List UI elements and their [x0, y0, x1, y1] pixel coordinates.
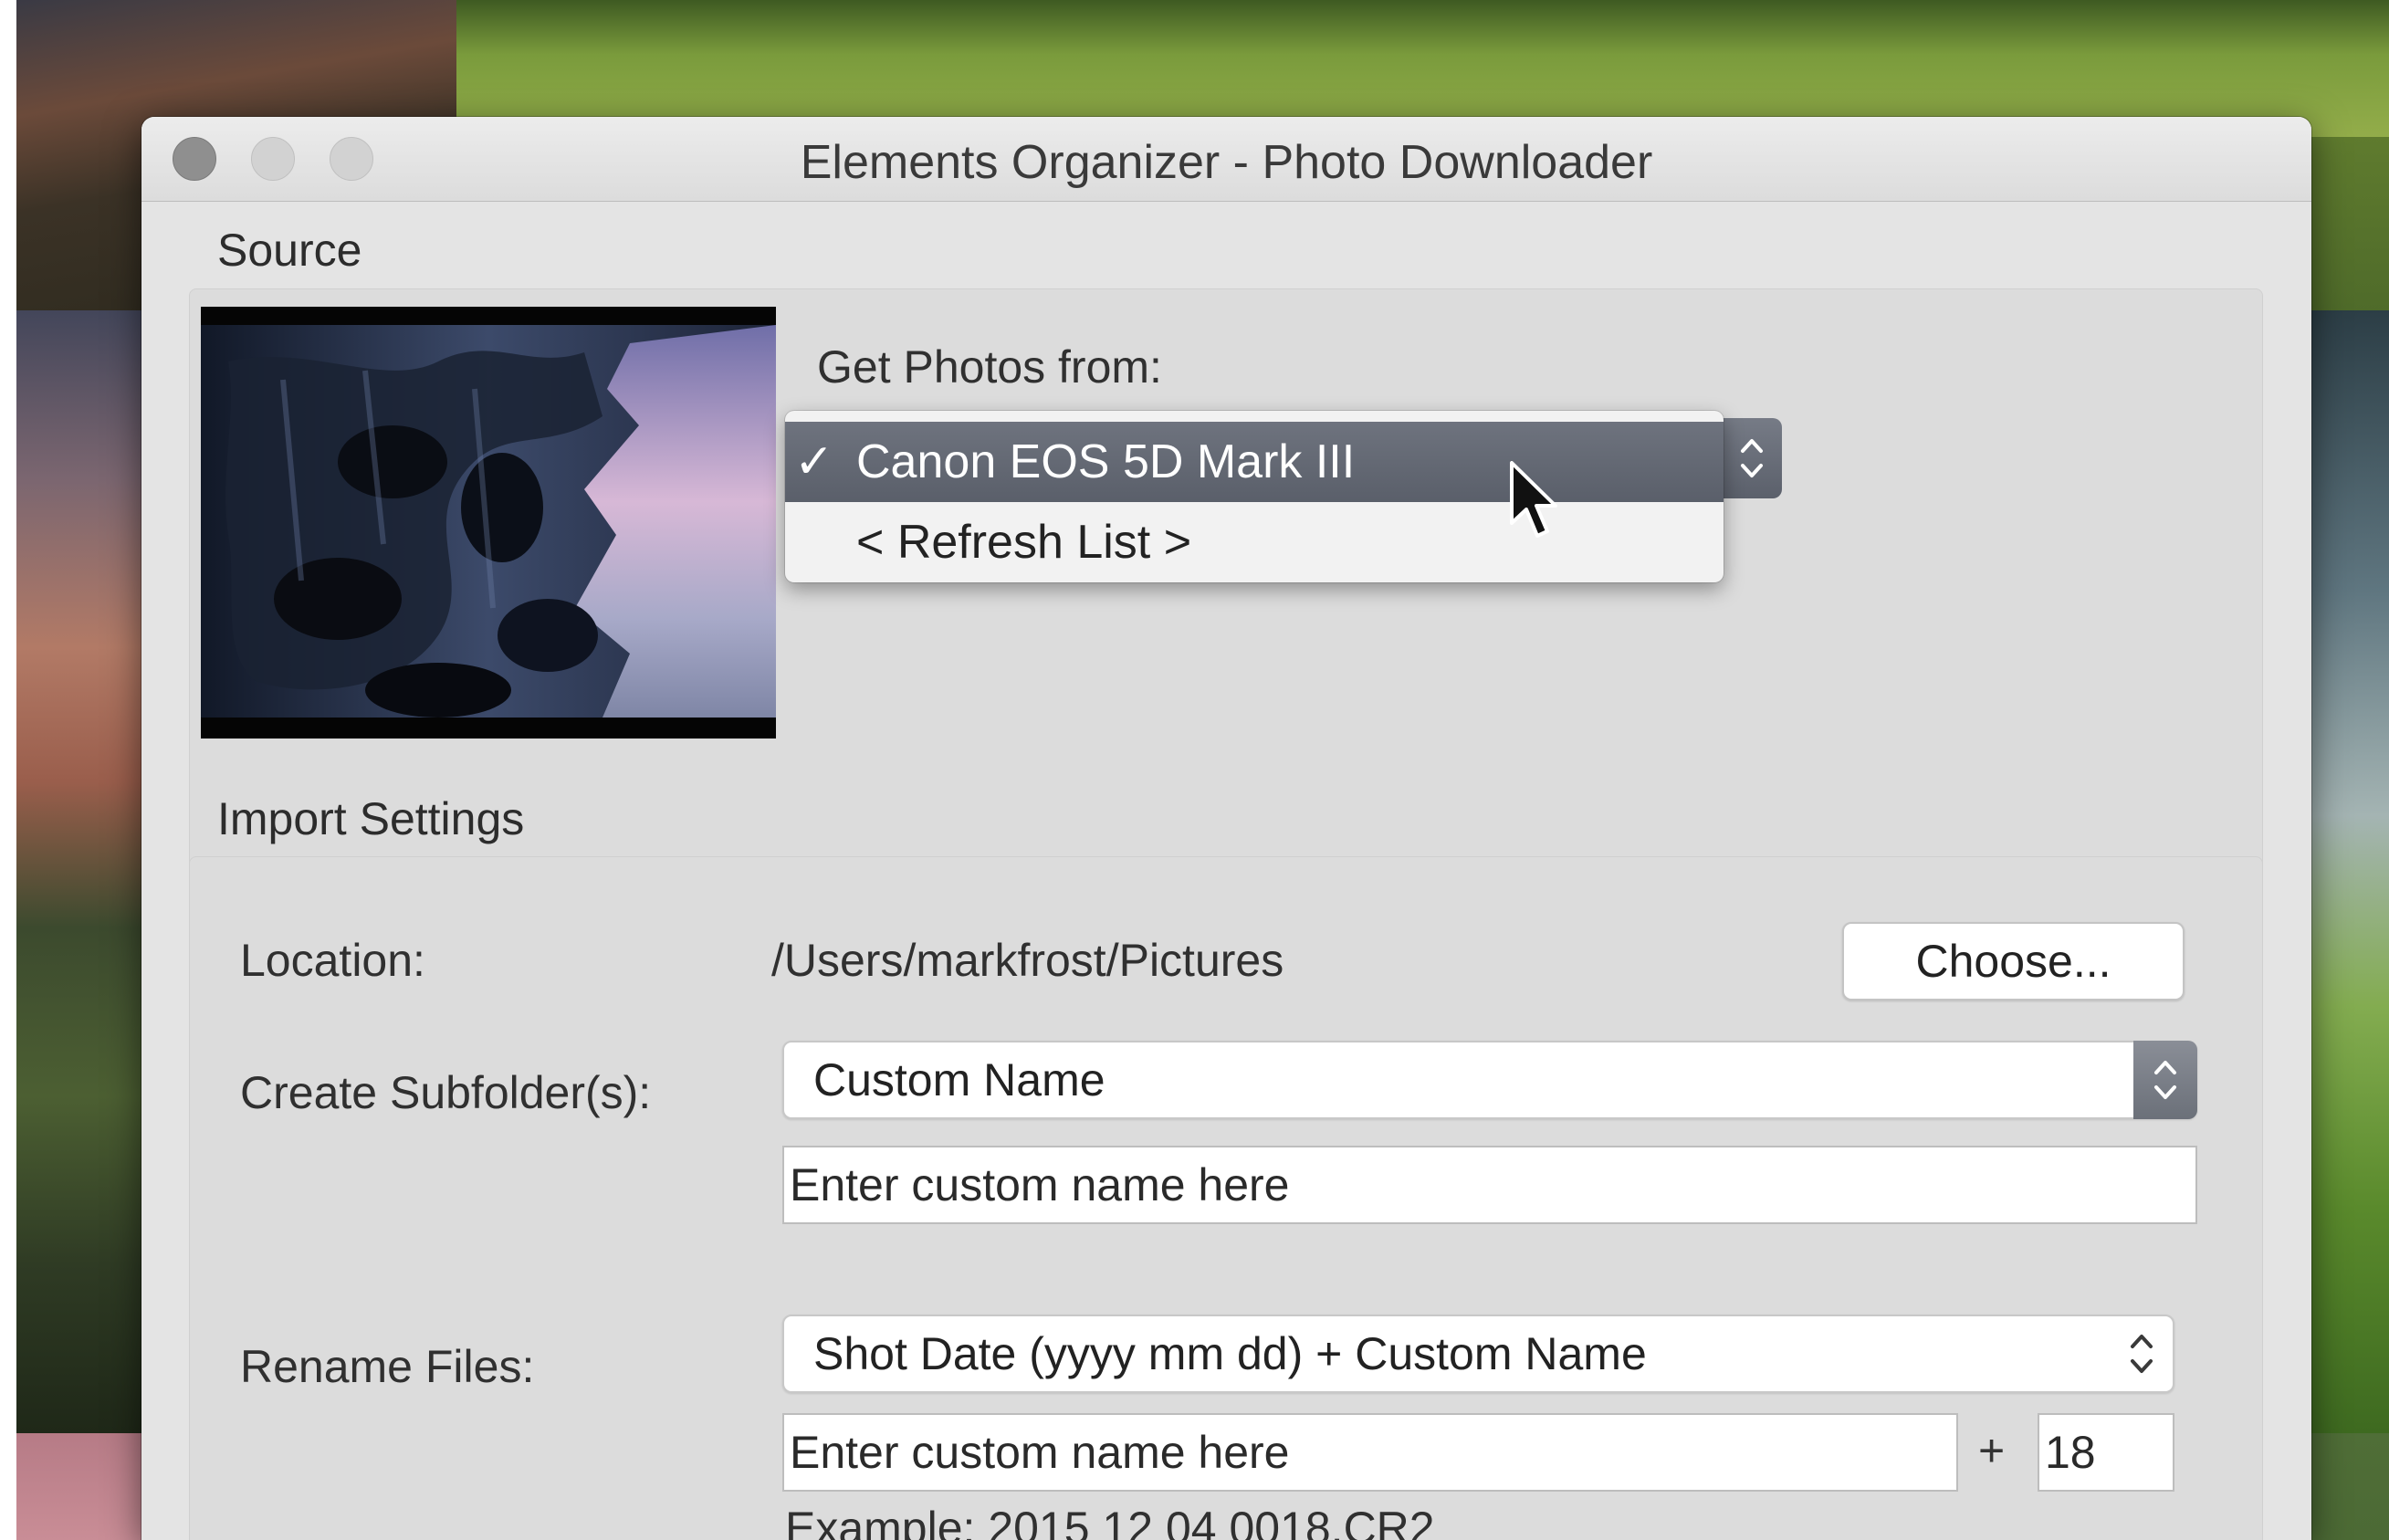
- rename-files-select[interactable]: Shot Date (yyyy mm dd) + Custom Name: [782, 1315, 2174, 1393]
- location-path: /Users/markfrost/Pictures: [771, 935, 1284, 986]
- camera-preview-thumbnail: [201, 307, 776, 739]
- subfolder-custom-name-placeholder: Enter custom name here: [790, 1159, 1290, 1210]
- camera-source-menu: ✓ Canon EOS 5D Mark III < Refresh List >: [785, 411, 1724, 582]
- rename-example-text: Example: 2015 12 04 0018.CR2: [785, 1503, 1435, 1540]
- mouse-pointer-icon: [1508, 461, 1563, 548]
- camera-popup-stepper[interactable]: [1723, 418, 1782, 498]
- plus-sign: +: [1978, 1425, 2006, 1476]
- subfolder-select-value: Custom Name: [813, 1054, 1105, 1105]
- start-number-value: 18: [2045, 1427, 2096, 1478]
- rename-files-select-value: Shot Date (yyyy mm dd) + Custom Name: [813, 1328, 1647, 1379]
- rename-custom-name-placeholder: Enter custom name here: [790, 1427, 1290, 1478]
- menu-item-label: Canon EOS 5D Mark III: [856, 435, 1356, 488]
- choose-location-button[interactable]: Choose...: [1842, 922, 2185, 1000]
- background-photo-sunset: [16, 310, 144, 1433]
- up-down-chevron-icon: [2154, 1061, 2176, 1099]
- menu-item-label: < Refresh List >: [856, 516, 1192, 569]
- source-section-title: Source: [217, 225, 362, 276]
- rename-custom-name-field[interactable]: Enter custom name here: [782, 1413, 1958, 1492]
- subfolder-custom-name-field[interactable]: Enter custom name here: [782, 1146, 2197, 1224]
- checkmark-icon: ✓: [794, 435, 834, 488]
- up-down-chevron-icon: [2131, 1335, 2153, 1373]
- start-number-field[interactable]: 18: [2038, 1413, 2174, 1492]
- photo-downloader-window: Elements Organizer - Photo Downloader So…: [141, 117, 2311, 1540]
- window-title: Elements Organizer - Photo Downloader: [800, 136, 1653, 189]
- subfolder-select[interactable]: Custom Name: [782, 1041, 2197, 1119]
- subfolder-select-stepper[interactable]: [2133, 1041, 2197, 1119]
- menu-item-refresh-list[interactable]: < Refresh List >: [785, 502, 1724, 582]
- menu-item-canon-eos-5d[interactable]: ✓ Canon EOS 5D Mark III: [785, 422, 1724, 502]
- get-photos-from-label: Get Photos from:: [817, 341, 1162, 393]
- background-photo-pink: [16, 1433, 144, 1540]
- title-bar: Elements Organizer - Photo Downloader: [141, 117, 2311, 202]
- import-settings-section-title: Import Settings: [217, 793, 525, 844]
- up-down-chevron-icon: [1741, 439, 1763, 477]
- waterfall-photo: [201, 307, 776, 739]
- create-subfolders-label: Create Subfolder(s):: [240, 1067, 652, 1118]
- location-label: Location:: [240, 935, 425, 986]
- rename-files-select-stepper[interactable]: [2116, 1316, 2167, 1391]
- rename-files-label: Rename Files:: [240, 1341, 535, 1392]
